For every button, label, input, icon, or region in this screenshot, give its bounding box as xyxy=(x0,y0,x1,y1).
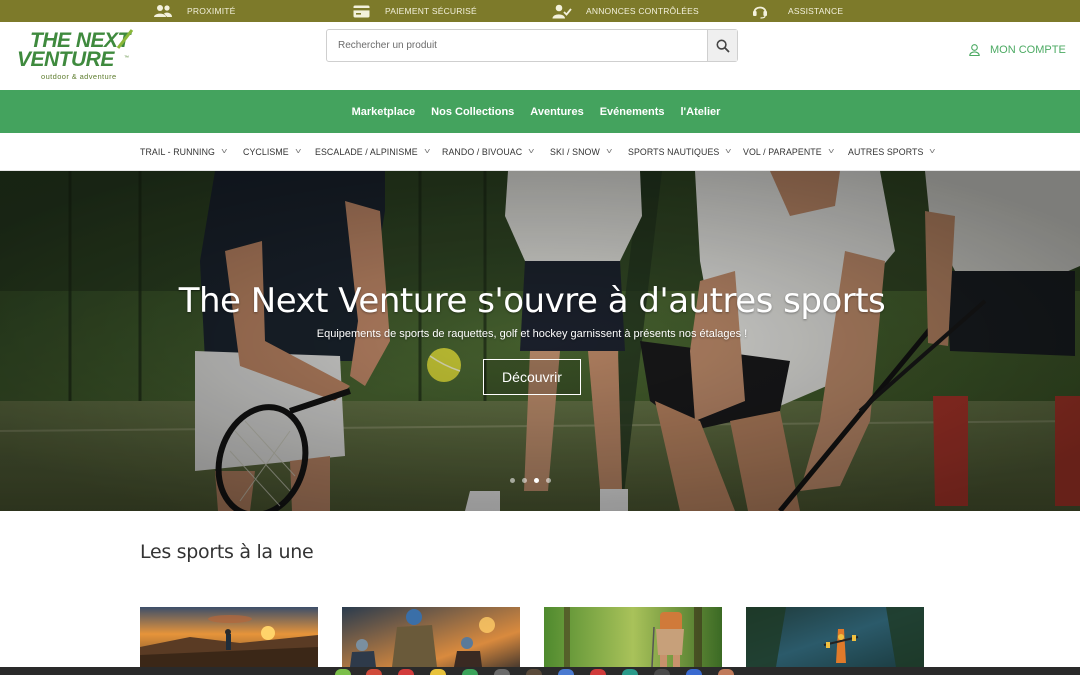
hero-subtitle: Equipements de sports de raquettes, golf… xyxy=(316,328,748,340)
slider-dot[interactable] xyxy=(546,478,551,483)
hero-slider: The Next Venture s'ouvre à d'autres spor… xyxy=(0,171,1080,511)
logo-line-2: VENTURE xyxy=(17,48,114,71)
main-nav-evenements[interactable]: Evénements xyxy=(600,106,665,118)
taskbar-app-icon[interactable] xyxy=(654,669,670,675)
users-icon xyxy=(154,5,172,17)
top-info-bar: PROXIMITÉ PAIEMENT SÉCURISÉ ANNONCES CON… xyxy=(0,0,1080,22)
search-button[interactable] xyxy=(707,30,737,61)
chevron-down-icon: ˅ xyxy=(221,147,228,156)
hero-title: The Next Venture s'ouvre à d'autres spor… xyxy=(178,281,886,321)
card-image xyxy=(342,607,520,667)
slider-dot[interactable] xyxy=(522,478,527,483)
chevron-down-icon: ˅ xyxy=(827,147,835,156)
credit-card-icon xyxy=(353,5,370,17)
category-rando[interactable]: RANDO / BIVOUAC ˅ xyxy=(442,133,535,170)
site-header: THE NEXT VENTURE ™ outdoor & adventure M… xyxy=(0,22,1080,90)
topbar-item-proximite: PROXIMITÉ xyxy=(153,0,236,22)
topbar-item-label: PAIEMENT SÉCURISÉ xyxy=(385,6,477,16)
taskbar-app-icon[interactable] xyxy=(430,669,446,675)
taskbar-app-icon[interactable] xyxy=(366,669,382,675)
topbar-item-assistance: ASSISTANCE xyxy=(752,0,843,22)
card-image xyxy=(140,607,318,667)
topbar-item-label: ANNONCES CONTRÔLÉES xyxy=(586,6,699,16)
main-nav-aventures[interactable]: Aventures xyxy=(530,106,583,118)
hiking-card[interactable] xyxy=(544,607,722,667)
chevron-down-icon: ˅ xyxy=(294,147,302,156)
taskbar-app-icon[interactable] xyxy=(398,669,414,675)
category-nav: TRAIL - RUNNING ˅ CYCLISME ˅ ESCALADE / AL… xyxy=(0,133,1080,171)
main-nav: Marketplace Nos Collections Aventures Ev… xyxy=(0,90,1080,133)
chevron-down-icon: ˅ xyxy=(929,147,937,156)
headset-icon xyxy=(753,6,767,19)
category-trail-running[interactable]: TRAIL - RUNNING ˅ xyxy=(140,133,228,170)
topbar-item-label: PROXIMITÉ xyxy=(187,6,236,16)
taskbar-app-icon[interactable] xyxy=(590,669,606,675)
category-cyclisme[interactable]: CYCLISME ˅ xyxy=(243,133,301,170)
main-nav-atelier[interactable]: l'Atelier xyxy=(681,106,721,118)
cycling-card[interactable] xyxy=(342,607,520,667)
trail-running-card[interactable] xyxy=(140,607,318,667)
verified-user-icon xyxy=(552,4,572,18)
category-vol-parapente[interactable]: VOL / PARAPENTE ˅ xyxy=(743,133,834,170)
featured-section-title: Les sports à la une xyxy=(140,541,314,563)
category-label: CYCLISME xyxy=(243,146,289,157)
category-ski-snow[interactable]: SKI / SNOW ˅ xyxy=(550,133,612,170)
taskbar-app-icon[interactable] xyxy=(494,669,510,675)
category-autres-sports[interactable]: AUTRES SPORTS ˅ xyxy=(848,133,937,170)
topbar-item-paiement: PAIEMENT SÉCURISÉ xyxy=(353,0,477,22)
category-escalade[interactable]: ESCALADE / ALPINISME ˅ xyxy=(315,133,430,170)
discover-button[interactable]: Découvrir xyxy=(483,359,581,395)
card-image xyxy=(746,607,924,667)
category-label: TRAIL - RUNNING xyxy=(140,146,215,157)
category-sports-nautiques[interactable]: SPORTS NAUTIQUES ˅ xyxy=(628,133,733,170)
logo-tagline: outdoor & adventure xyxy=(41,72,117,81)
brand-logo[interactable]: THE NEXT VENTURE ™ outdoor & adventure xyxy=(16,28,146,84)
taskbar-app-icon[interactable] xyxy=(686,669,702,675)
account-label: MON COMPTE xyxy=(990,44,1066,56)
account-link[interactable]: MON COMPTE xyxy=(969,44,1066,56)
category-label: SKI / SNOW xyxy=(550,146,600,157)
logo-trademark: ™ xyxy=(124,55,129,61)
chevron-down-icon: ˅ xyxy=(528,147,535,156)
chevron-down-icon: ˅ xyxy=(725,147,733,156)
taskbar-app-icon[interactable] xyxy=(526,669,542,675)
category-label: VOL / PARAPENTE xyxy=(743,146,822,157)
category-label: SPORTS NAUTIQUES xyxy=(628,146,720,157)
slider-pagination xyxy=(510,478,551,483)
taskbar-app-icon[interactable] xyxy=(558,669,574,675)
slider-dot-active[interactable] xyxy=(534,478,539,483)
taskbar-app-icon[interactable] xyxy=(718,669,734,675)
chevron-down-icon: ˅ xyxy=(423,147,431,156)
card-image xyxy=(544,607,722,667)
chevron-down-icon: ˅ xyxy=(605,147,613,156)
taskbar-app-icon[interactable] xyxy=(335,669,351,675)
taskbar-app-icon[interactable] xyxy=(622,669,638,675)
topbar-item-annonces: ANNONCES CONTRÔLÉES xyxy=(552,0,699,22)
category-label: ESCALADE / ALPINISME xyxy=(315,146,418,157)
search-icon xyxy=(715,38,730,53)
kayak-card[interactable] xyxy=(746,607,924,667)
category-label: RANDO / BIVOUAC xyxy=(442,146,523,157)
main-nav-marketplace[interactable]: Marketplace xyxy=(352,106,416,118)
taskbar-app-icon[interactable] xyxy=(462,669,478,675)
search-input[interactable] xyxy=(327,30,708,61)
category-label: AUTRES SPORTS xyxy=(848,146,924,157)
hero-image xyxy=(0,171,1080,511)
user-icon xyxy=(969,44,980,56)
main-nav-collections[interactable]: Nos Collections xyxy=(431,106,514,118)
logo-x-accent-icon xyxy=(116,29,134,49)
slider-dot[interactable] xyxy=(510,478,515,483)
topbar-item-label: ASSISTANCE xyxy=(788,6,844,16)
search-bar xyxy=(326,29,738,62)
